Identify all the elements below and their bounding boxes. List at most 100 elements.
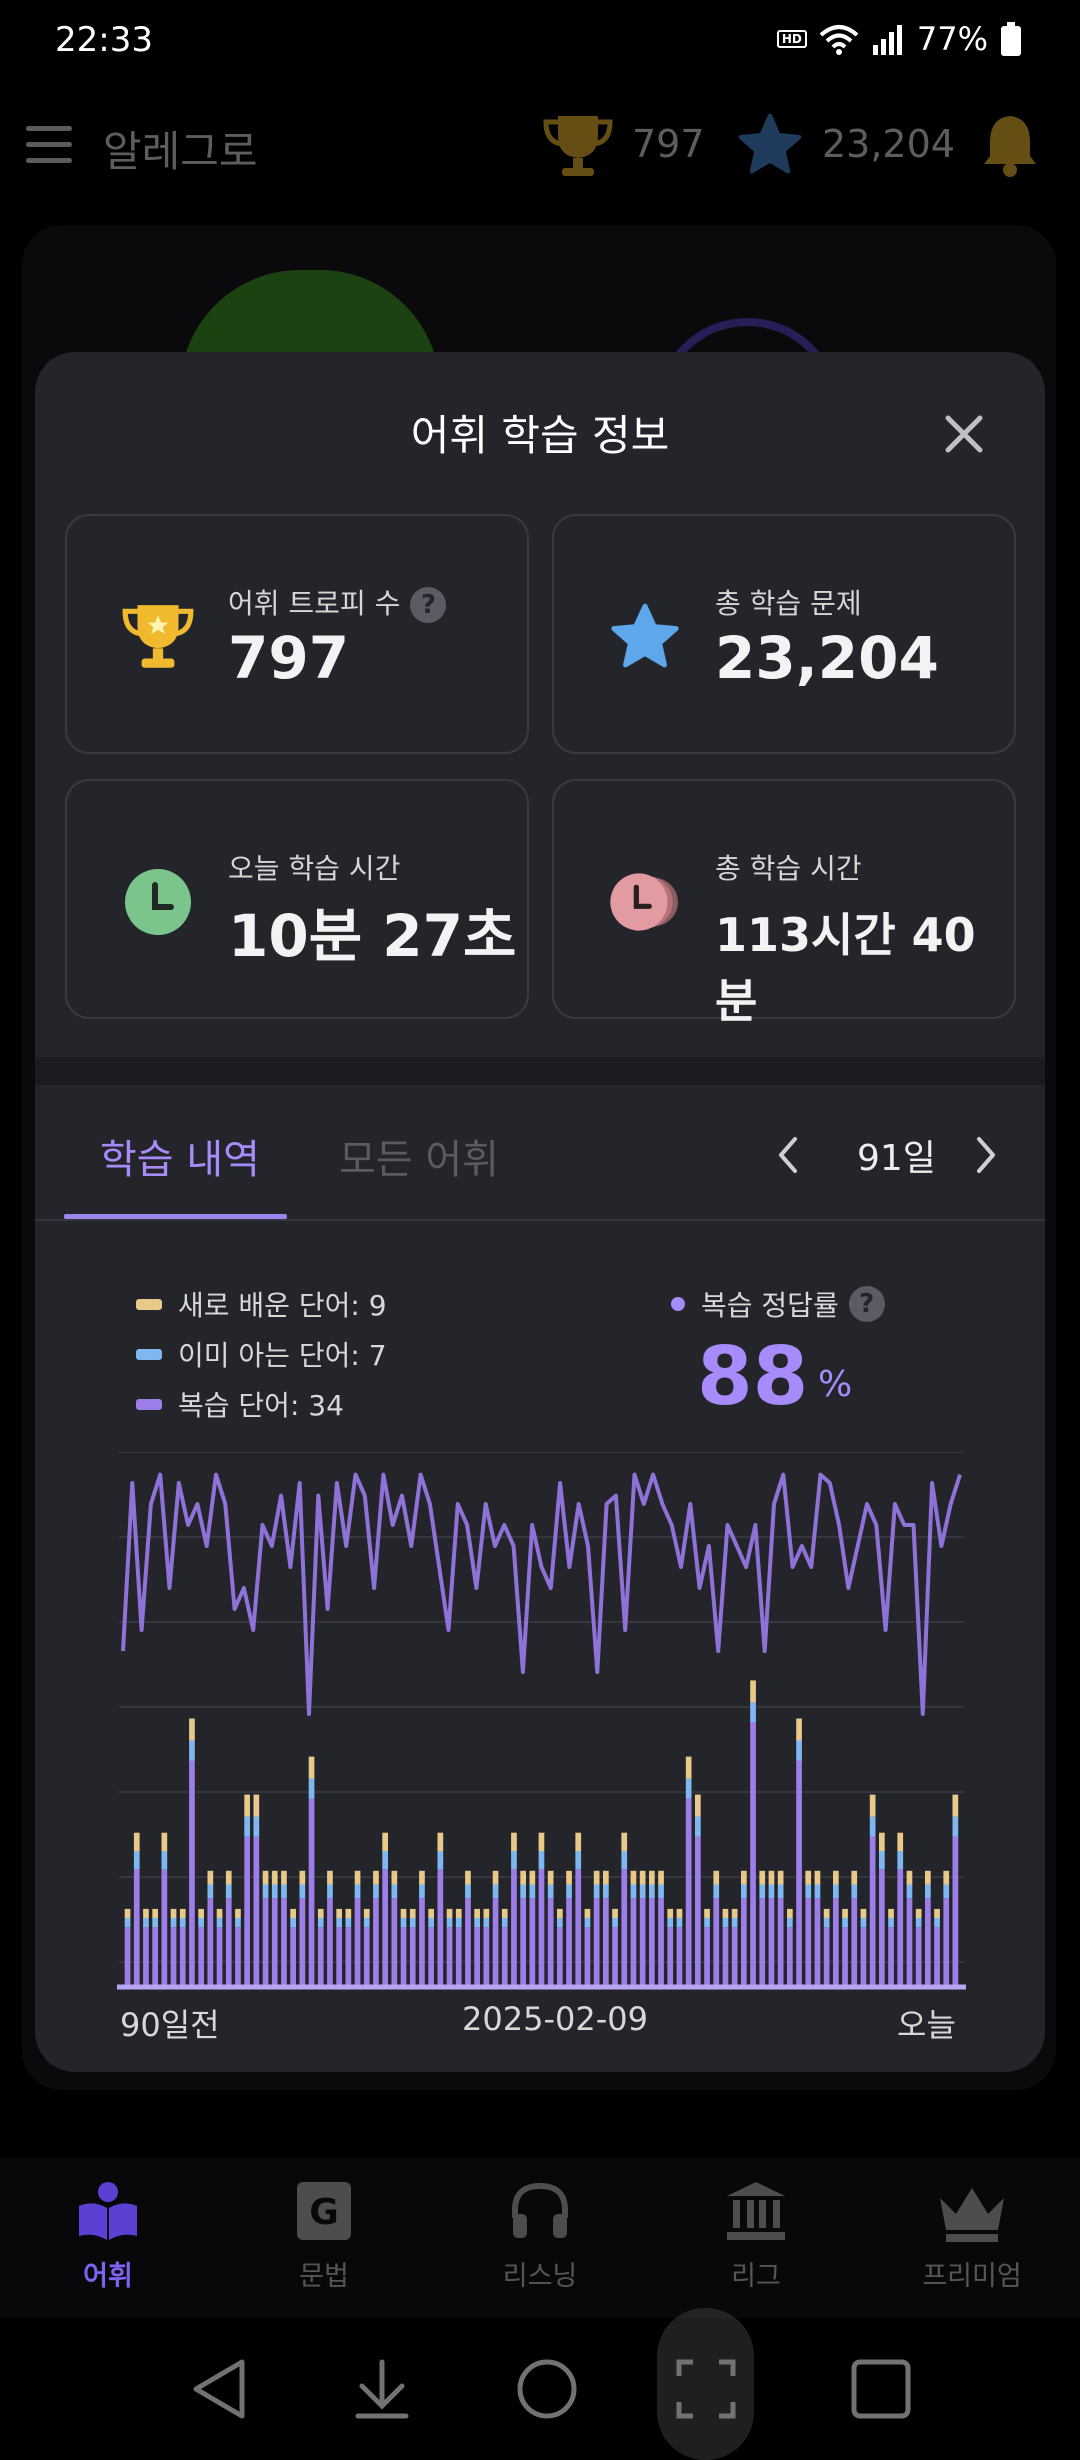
legend-new-words: 새로 배운 단어: 9 [136,1284,387,1324]
bar-known [538,1851,545,1870]
bar-new [575,1832,582,1851]
bar-review [143,1927,149,1985]
bar-review [584,1927,591,1985]
bar-review [161,1869,168,1985]
bar-known [474,1918,480,1928]
battery-percent: 77% [916,20,988,58]
bar-review [538,1869,545,1985]
league-icon [727,2182,785,2240]
bar-new [336,1908,342,1918]
bar-review [814,1898,821,1985]
bar-review [833,1898,839,1985]
bar-known [667,1918,674,1928]
bar-new [704,1908,710,1918]
battery-icon [1001,22,1021,56]
bar-review [741,1898,747,1985]
recents-icon[interactable] [850,2358,912,2420]
bar-new [133,1832,140,1851]
nav-listening[interactable]: 리스닝 [460,2178,620,2293]
tab-history[interactable]: 학습 내역 [100,1127,260,1185]
bar-review [593,1898,600,1985]
nav-grammar[interactable]: G 문법 [244,2178,404,2293]
bar-review [455,1927,462,1985]
bar-review [842,1927,848,1985]
bar-new [851,1870,858,1885]
grammar-icon: G [297,2182,351,2240]
today-time-card: 오늘 학습 시간 10분 27초 [65,779,529,1019]
chevron-left-icon[interactable] [775,1135,799,1175]
nav-vocab[interactable]: 어휘 [28,2178,188,2293]
wifi-icon [819,25,859,55]
bar-known [915,1918,922,1928]
bar-review [787,1927,793,1985]
bar-known [879,1851,885,1870]
bell-icon[interactable] [980,112,1040,178]
bar-new [124,1908,131,1918]
legend-swatch [136,1348,162,1360]
bar-known [373,1884,379,1899]
bar-review [529,1898,536,1985]
home-icon[interactable] [516,2358,578,2420]
bar-new [906,1870,913,1885]
bar-new [382,1832,388,1851]
help-icon[interactable]: ? [410,587,447,623]
help-icon[interactable]: ? [848,1286,885,1322]
bar-new [842,1908,848,1918]
modal-title: 어휘 학습 정보 [410,411,670,460]
bar-new [538,1832,545,1851]
bar-known [741,1884,747,1899]
bar-known [281,1884,287,1899]
bar-new [612,1908,618,1918]
bar-review [474,1927,480,1985]
bar-review [925,1898,931,1985]
bar-review [888,1927,894,1985]
accuracy-label: 복습 정답률 ? [671,1284,885,1324]
bar-new [235,1908,241,1918]
bar-review [336,1927,342,1985]
bottom-nav: 어휘 G 문법 리스닝 리그 프리미엄 [0,2158,1080,2318]
bar-known [299,1884,306,1899]
bar-new [244,1794,250,1817]
bar-new [943,1870,950,1885]
bar-known [777,1884,784,1899]
bar-review [557,1927,563,1985]
bar-new [152,1908,158,1918]
bar-review [639,1898,646,1985]
bar-review [317,1927,324,1985]
legend-known-words: 이미 아는 단어: 7 [136,1334,387,1374]
bar-new [354,1870,361,1885]
accuracy-value: 88 [697,1330,809,1423]
status-icons: HD 77% [776,20,1022,58]
screenshot-icon[interactable] [675,2358,737,2420]
bar-known [869,1816,876,1837]
download-icon[interactable] [352,2358,412,2420]
bar-review [189,1760,195,1985]
hd-voice-icon: HD [776,30,807,48]
bar-review [750,1722,756,1985]
bar-known [695,1816,701,1837]
bar-new [409,1908,416,1918]
bar-new [419,1870,425,1885]
bar-review [713,1898,720,1985]
nav-premium[interactable]: 프리미엄 [892,2178,1052,2293]
bar-new [676,1908,683,1918]
bar-new [308,1756,315,1779]
bar-known [584,1918,591,1928]
bar-known [566,1884,572,1899]
bar-known [354,1884,361,1899]
stacked-clock-icon [610,873,678,931]
chevron-right-icon[interactable] [975,1135,999,1175]
bar-review [299,1898,306,1985]
bar-known [639,1884,646,1899]
bar-review [566,1898,572,1985]
bar-new [667,1908,674,1918]
close-icon[interactable] [940,410,988,458]
bar-known [391,1884,398,1899]
back-icon[interactable] [190,2358,250,2420]
header-star-count: 23,204 [822,122,955,166]
vocab-info-modal: 어휘 학습 정보 어휘 트로피 수? 797 총 학습 문제 23,204 오늘… [35,352,1045,2072]
bar-review [271,1898,278,1985]
tab-all-words[interactable]: 모든 어휘 [339,1127,499,1185]
menu-icon[interactable] [26,126,72,164]
nav-league[interactable]: 리그 [676,2178,836,2293]
